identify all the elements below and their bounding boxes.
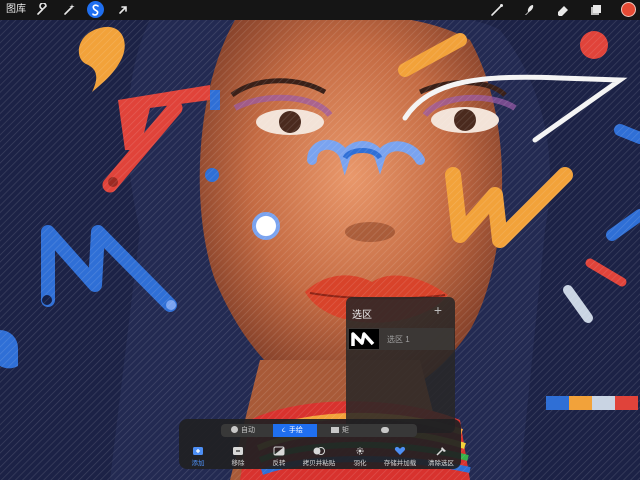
add-icon (193, 447, 203, 455)
feather-label: 羽化 (353, 460, 367, 467)
feather-icon (356, 447, 364, 455)
procreate-screen: 图库 选区 + 选区 1 自动 ૮ 手绘 矩 添加 移除 反转 拷贝并粘贴 羽化… (0, 0, 640, 480)
copy-paste-label: 拷贝并粘贴 (302, 460, 336, 467)
add-label: 添加 (191, 460, 205, 467)
add-selection-icon[interactable]: + (432, 303, 444, 317)
selection-icon[interactable] (87, 1, 104, 18)
save-load-button[interactable]: 存储并加载 (383, 446, 417, 467)
color-palette-strip[interactable] (546, 396, 638, 410)
save-load-label: 存储并加载 (383, 460, 417, 467)
magic-wand-icon[interactable] (61, 2, 77, 18)
selection-label: 选区 1 (387, 335, 410, 344)
wrench-icon[interactable] (34, 2, 50, 18)
palette-swatch[interactable] (615, 396, 638, 410)
clear-selection-button[interactable]: 清除选区 (424, 446, 458, 467)
layers-icon[interactable] (588, 2, 604, 18)
transform-arrow-icon[interactable] (115, 2, 131, 18)
add-button[interactable]: 添加 (181, 446, 215, 467)
invert-icon (273, 446, 285, 456)
remove-button[interactable]: 移除 (221, 446, 255, 467)
selection-mode-tabs: 自动 ૮ 手绘 矩 (221, 424, 417, 437)
save-load-icon (394, 446, 406, 455)
palette-swatch[interactable] (546, 396, 569, 410)
feather-button[interactable]: 羽化 (343, 446, 377, 467)
clear-selection-label: 清除选区 (428, 460, 454, 467)
mode-ellipse[interactable] (381, 424, 411, 437)
mode-freehand[interactable]: ૮ 手绘 (273, 424, 317, 437)
selection-list-item[interactable]: 选区 1 (347, 328, 454, 350)
clear-selection-icon (436, 447, 446, 456)
automatic-icon (231, 426, 238, 433)
invert-label: 反转 (272, 460, 286, 467)
mode-rectangle[interactable]: 矩 (331, 424, 371, 437)
smudge-icon[interactable] (521, 2, 537, 18)
freehand-icon: ૮ (282, 427, 286, 434)
remove-icon (233, 447, 243, 455)
mode-label: 手绘 (288, 427, 303, 434)
selection-thumbnail (349, 329, 379, 349)
copy-paste-icon (313, 447, 325, 455)
mode-label: 自动 (241, 427, 255, 434)
gallery-button[interactable]: 图库 (6, 3, 26, 17)
remove-label: 移除 (231, 460, 245, 467)
palette-swatch[interactable] (569, 396, 592, 410)
ellipse-icon (381, 427, 389, 433)
panel-title: 选区 (352, 310, 372, 321)
rectangle-icon (331, 427, 339, 433)
copy-paste-button[interactable]: 拷贝并粘贴 (302, 446, 336, 467)
brush-icon[interactable] (489, 2, 505, 18)
invert-button[interactable]: 反转 (262, 446, 296, 467)
palette-swatch[interactable] (592, 396, 615, 410)
canvas-artwork[interactable] (0, 0, 640, 480)
mode-label: 矩 (342, 427, 349, 434)
mode-automatic[interactable]: 自动 (231, 424, 276, 437)
eraser-icon[interactable] (555, 2, 571, 18)
color-picker-button[interactable] (621, 2, 636, 17)
